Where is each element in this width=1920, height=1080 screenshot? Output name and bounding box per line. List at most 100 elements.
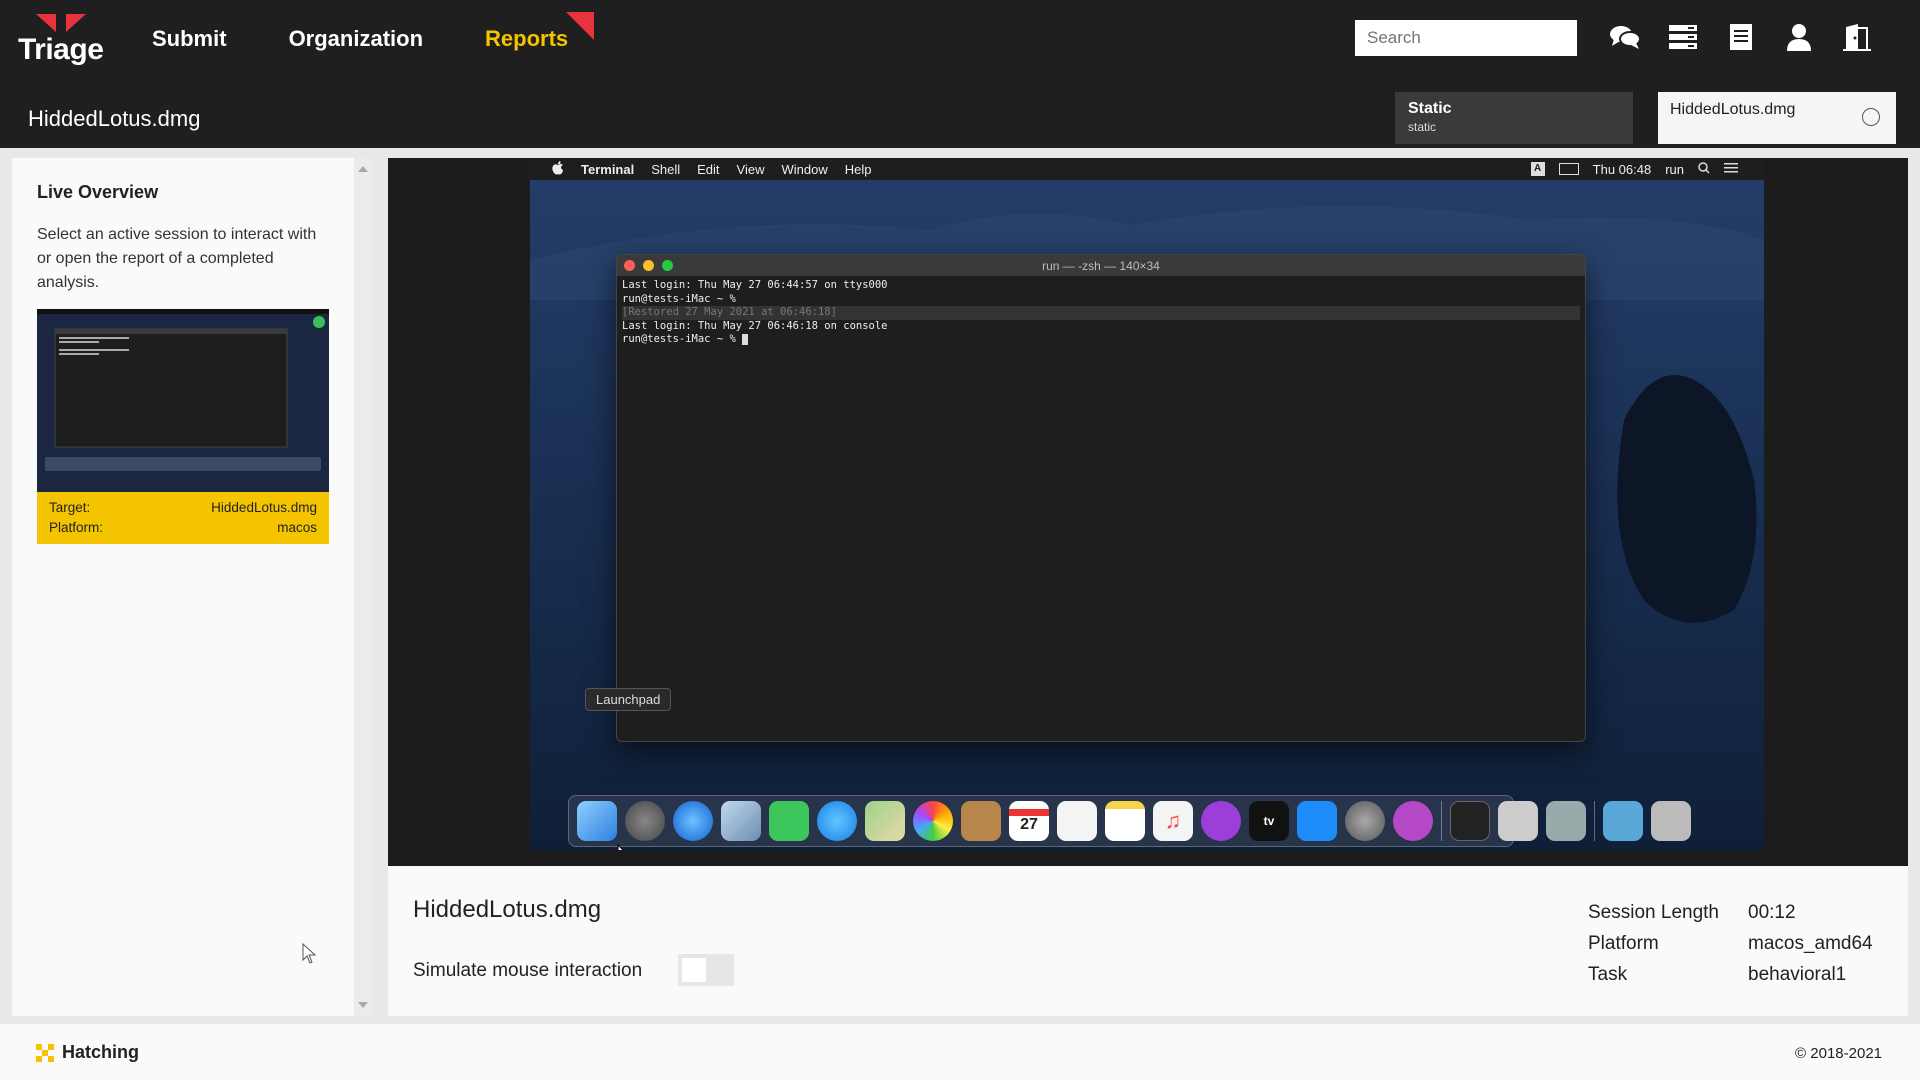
search-input[interactable]	[1355, 20, 1577, 56]
apple-tv-icon[interactable]: tv	[1249, 801, 1289, 841]
installer-icon[interactable]	[1546, 801, 1586, 841]
launchpad-icon[interactable]	[625, 801, 665, 841]
tab-static-title: Static	[1408, 100, 1452, 117]
hatching-brand[interactable]: Hatching	[36, 1042, 139, 1063]
triage-logo-mark	[36, 14, 86, 32]
scroll-up-arrow-icon[interactable]	[358, 166, 368, 172]
triage-logo[interactable]: Triage	[18, 14, 108, 66]
text-cursor-icon	[742, 333, 749, 345]
system-preferences-icon[interactable]	[1345, 801, 1385, 841]
dock-separator	[1594, 801, 1595, 841]
nav-submit[interactable]: Submit	[152, 26, 227, 52]
session-platform-value: macos	[277, 520, 317, 535]
menu-window[interactable]: Window	[782, 162, 828, 177]
tab-file[interactable]: HiddedLotus.dmg	[1658, 92, 1896, 144]
nav-organization[interactable]: Organization	[289, 26, 423, 52]
session-platform-row: Platform: macos	[49, 518, 317, 538]
menu-shell[interactable]: Shell	[651, 162, 680, 177]
input-source-icon[interactable]: A	[1530, 162, 1545, 176]
wallpaper-island	[1617, 375, 1757, 623]
terminal-line: Last login: Thu May 27 06:46:18 on conso…	[622, 319, 888, 332]
calendar-day: 27	[1020, 815, 1038, 833]
app-store-icon[interactable]	[1297, 801, 1337, 841]
terminal-line: run@tests-iMac ~ %	[622, 292, 736, 305]
notes-icon[interactable]	[1105, 801, 1145, 841]
reminders-icon[interactable]	[1057, 801, 1097, 841]
meta-session-length-label: Session Length	[1588, 901, 1719, 923]
vm-mouse-cursor-icon	[617, 844, 624, 850]
session-info-panel: HiddedLotus.dmg Simulate mouse interacti…	[388, 866, 1908, 1016]
downloads-folder-icon[interactable]	[1603, 801, 1643, 841]
left-panel-scrollbar[interactable]	[354, 158, 372, 1016]
music-icon[interactable]: ♫	[1153, 801, 1193, 841]
user-icon[interactable]	[1782, 20, 1816, 54]
footer: Hatching © 2018-2021	[0, 1024, 1920, 1080]
hatching-logo-icon	[36, 1043, 54, 1062]
nav-reports[interactable]: Reports	[485, 12, 595, 52]
mouse-cursor-icon	[302, 943, 317, 964]
mac-menubar: Terminal Shell Edit View Window Help A T…	[530, 158, 1764, 180]
maps-icon[interactable]	[865, 801, 905, 841]
finder-icon[interactable]	[577, 801, 617, 841]
mail-icon[interactable]	[721, 801, 761, 841]
apple-tv-label: tv	[1263, 814, 1275, 828]
top-bar: Triage Submit Organization Reports Hidde…	[0, 0, 1920, 148]
meta-task-value: behavioral1	[1748, 963, 1847, 985]
session-thumbnail[interactable]	[37, 309, 329, 492]
podcasts-icon[interactable]	[1201, 801, 1241, 841]
mac-dock: 27 ♫ tv	[568, 795, 1691, 847]
vm-screen-frame[interactable]: Terminal Shell Edit View Window Help A T…	[388, 158, 1908, 866]
display-icon[interactable]	[1558, 163, 1579, 175]
facetime-icon[interactable]	[769, 801, 809, 841]
photos-icon[interactable]	[913, 801, 953, 841]
spotlight-search-icon[interactable]	[1698, 161, 1710, 177]
meta-session-length-row: Session Length 00:12	[1588, 897, 1873, 928]
menu-terminal[interactable]: Terminal	[581, 162, 634, 177]
server-icon[interactable]	[1666, 20, 1700, 54]
active-flag-icon	[566, 12, 595, 40]
chat-icon[interactable]	[1608, 20, 1642, 54]
simulate-mouse-toggle[interactable]	[678, 954, 734, 986]
messages-icon[interactable]	[817, 801, 857, 841]
session-target-label: Target:	[49, 500, 91, 515]
document-preview-icon[interactable]	[1498, 801, 1538, 841]
session-card-info[interactable]: Target: HiddedLotus.dmg Platform: macos	[37, 492, 329, 544]
logo-text: Triage	[18, 33, 104, 66]
terminal-prompt: run@tests-iMac ~ %	[622, 333, 743, 345]
terminal-icon[interactable]	[1450, 801, 1490, 841]
terminal-output[interactable]: Last login: Thu May 27 06:44:57 on ttys0…	[617, 276, 1585, 350]
loading-spinner-icon	[1862, 108, 1880, 126]
meta-platform-label: Platform	[1588, 932, 1659, 954]
terminal-line: Last login: Thu May 27 06:44:57 on ttys0…	[622, 279, 888, 291]
calendar-icon[interactable]: 27	[1009, 801, 1049, 841]
nav-reports-label: Reports	[485, 26, 569, 51]
scroll-down-arrow-icon[interactable]	[358, 1002, 368, 1008]
safari-icon[interactable]	[673, 801, 713, 841]
meta-platform-value: macos_amd64	[1748, 932, 1873, 954]
tab-file-title: HiddedLotus.dmg	[1670, 101, 1796, 118]
mac-desktop[interactable]: run — -zsh — 140×34 Last login: Thu May …	[530, 180, 1764, 850]
menubar-status-area: A Thu 06:48 run	[1530, 161, 1738, 177]
menubar-clock[interactable]: Thu 06:48	[1593, 162, 1652, 177]
session-target-value: HiddedLotus.dmg	[211, 500, 317, 515]
page-title: HiddedLotus.dmg	[28, 106, 201, 131]
terminal-window[interactable]: run — -zsh — 140×34 Last login: Thu May …	[616, 254, 1586, 742]
trash-icon[interactable]	[1651, 801, 1691, 841]
tab-static-subtitle: static	[1408, 120, 1437, 134]
apple-icon[interactable]	[552, 160, 564, 178]
contacts-icon[interactable]	[961, 801, 1001, 841]
menu-help[interactable]: Help	[845, 162, 872, 177]
feedback-assistant-icon[interactable]	[1393, 801, 1433, 841]
notification-center-icon[interactable]	[1724, 162, 1738, 177]
terminal-title: run — -zsh — 140×34	[1042, 258, 1160, 273]
terminal-titlebar[interactable]: run — -zsh — 140×34	[617, 255, 1585, 276]
menu-view[interactable]: View	[737, 162, 765, 177]
document-icon[interactable]	[1724, 20, 1758, 54]
logout-icon[interactable]	[1840, 20, 1874, 54]
menubar-user[interactable]: run	[1665, 162, 1684, 177]
live-overview-title: Live Overview	[37, 182, 159, 202]
menu-edit[interactable]: Edit	[697, 162, 719, 177]
tab-static[interactable]: Static static	[1395, 92, 1633, 144]
meta-task-label: Task	[1588, 963, 1628, 985]
dock-separator	[1441, 801, 1442, 841]
